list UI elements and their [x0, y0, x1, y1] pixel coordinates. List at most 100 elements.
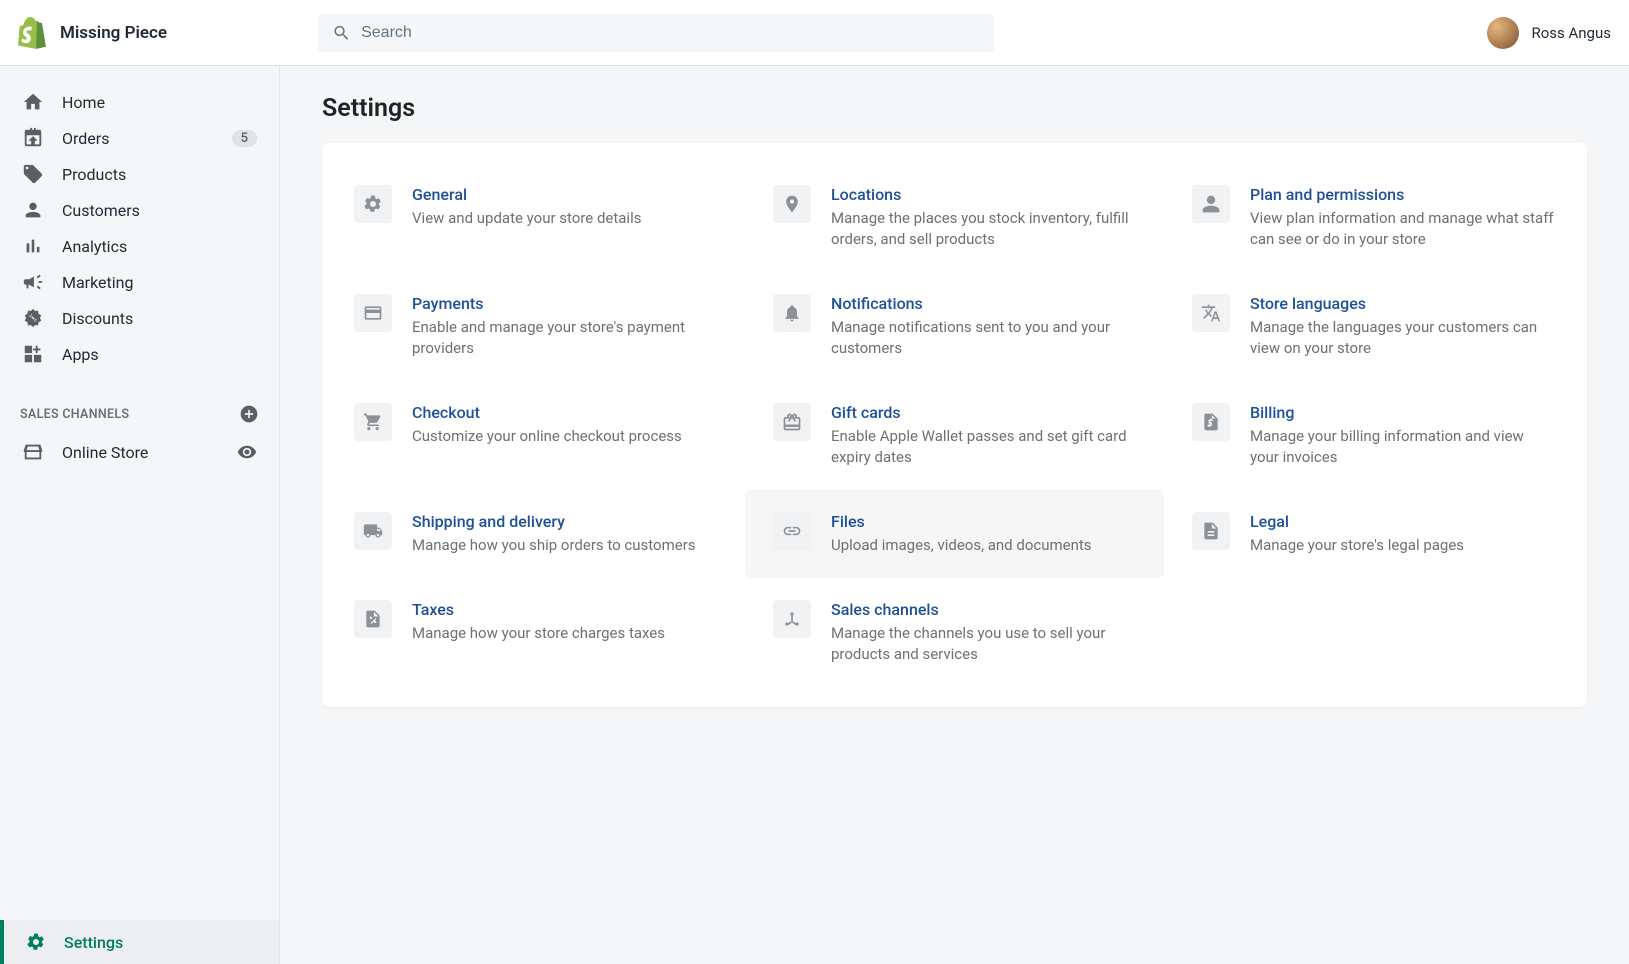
settings-item-title[interactable]: Files [831, 512, 1136, 531]
settings-item-title[interactable]: Taxes [412, 600, 717, 619]
settings-item-desc: View plan information and manage what st… [1250, 208, 1555, 250]
settings-item-legal[interactable]: Legal Manage your store's legal pages [1164, 490, 1583, 578]
settings-item-desc: Manage the channels you use to sell your… [831, 623, 1136, 665]
settings-item-desc: Manage notifications sent to you and you… [831, 317, 1136, 359]
settings-item-taxes[interactable]: Taxes Manage how your store charges taxes [326, 578, 745, 687]
settings-item-desc: Manage your store's legal pages [1250, 535, 1555, 556]
nav-label: Discounts [62, 309, 133, 328]
store-name[interactable]: Missing Piece [60, 23, 167, 43]
settings-item-title[interactable]: Plan and permissions [1250, 185, 1555, 204]
eye-icon[interactable] [237, 442, 257, 462]
customers-icon [22, 199, 44, 221]
shopify-logo-icon [18, 17, 46, 49]
settings-item-general[interactable]: General View and update your store detail… [326, 163, 745, 272]
truck-icon [354, 512, 392, 550]
settings-item-gift-cards[interactable]: Gift cards Enable Apple Wallet passes and… [745, 381, 1164, 490]
settings-item-files[interactable]: Files Upload images, videos, and document… [745, 490, 1164, 578]
channel-online-store[interactable]: Online Store [0, 434, 279, 470]
orders-icon [22, 127, 44, 149]
nav-settings[interactable]: Settings [0, 920, 279, 964]
analytics-icon [22, 235, 44, 257]
person-icon [1192, 185, 1230, 223]
cart-icon [354, 403, 392, 441]
settings-item-title[interactable]: Sales channels [831, 600, 1136, 619]
search-bar[interactable] [318, 14, 994, 52]
settings-item-title[interactable]: Shipping and delivery [412, 512, 717, 531]
settings-item-title[interactable]: Store languages [1250, 294, 1555, 313]
settings-item-sales-channels[interactable]: Sales channels Manage the channels you us… [745, 578, 1164, 687]
settings-item-plan-and-permissions[interactable]: Plan and permissions View plan informatio… [1164, 163, 1583, 272]
sidebar: Home Orders 5 Products Customers Analyti… [0, 66, 280, 964]
avatar[interactable] [1487, 17, 1519, 49]
tax-icon [354, 600, 392, 638]
add-channel-icon[interactable] [239, 404, 259, 424]
gift-icon [773, 403, 811, 441]
settings-item-store-languages[interactable]: Store languages Manage the languages your… [1164, 272, 1583, 381]
link-icon [773, 512, 811, 550]
content: Settings General View and update your sto… [280, 66, 1629, 964]
search-icon [332, 23, 351, 43]
settings-label: Settings [64, 933, 123, 952]
gear-icon [26, 932, 46, 952]
nav-label: Customers [62, 201, 140, 220]
nav-label: Home [62, 93, 105, 112]
channel-label: Online Store [62, 443, 148, 462]
settings-item-payments[interactable]: Payments Enable and manage your store's p… [326, 272, 745, 381]
receipt-icon [1192, 403, 1230, 441]
nav-label: Products [62, 165, 126, 184]
nav-home[interactable]: Home [8, 84, 271, 120]
nav-orders[interactable]: Orders 5 [8, 120, 271, 156]
settings-item-title[interactable]: Billing [1250, 403, 1555, 422]
header-right[interactable]: Ross Angus [1487, 17, 1611, 49]
marketing-icon [22, 271, 44, 293]
settings-item-title[interactable]: Locations [831, 185, 1136, 204]
channels-icon [773, 600, 811, 638]
nav-label: Orders [62, 129, 109, 148]
settings-item-desc: Manage your billing information and view… [1250, 426, 1555, 468]
settings-item-shipping-and-delivery[interactable]: Shipping and delivery Manage how you ship… [326, 490, 745, 578]
orders-badge: 5 [232, 130, 257, 147]
sales-channels-header: SALES CHANNELS [0, 380, 279, 434]
user-name: Ross Angus [1531, 24, 1611, 42]
location-icon [773, 185, 811, 223]
settings-item-desc: Manage how your store charges taxes [412, 623, 717, 644]
settings-item-notifications[interactable]: Notifications Manage notifications sent t… [745, 272, 1164, 381]
discounts-icon [22, 307, 44, 329]
settings-item-desc: Manage how you ship orders to customers [412, 535, 717, 556]
settings-item-locations[interactable]: LocationsManage the places you stock inv… [745, 163, 1164, 272]
nav-label: Marketing [62, 273, 133, 292]
page-title: Settings [322, 94, 1587, 123]
settings-item-desc: Enable Apple Wallet passes and set gift … [831, 426, 1136, 468]
settings-item-checkout[interactable]: Checkout Customize your online checkout p… [326, 381, 745, 490]
nav-apps[interactable]: Apps [8, 336, 271, 372]
settings-item-desc: Upload images, videos, and documents [831, 535, 1136, 556]
document-icon [1192, 512, 1230, 550]
bell-icon [773, 294, 811, 332]
settings-item-title[interactable]: Checkout [412, 403, 717, 422]
apps-icon [22, 343, 44, 365]
nav-discounts[interactable]: Discounts [8, 300, 271, 336]
nav-marketing[interactable]: Marketing [8, 264, 271, 300]
header: Missing Piece Ross Angus [0, 0, 1629, 66]
card-icon [354, 294, 392, 332]
nav-label: Apps [62, 345, 99, 364]
nav-products[interactable]: Products [8, 156, 271, 192]
settings-card: General View and update your store detail… [322, 143, 1587, 707]
translate-icon [1192, 294, 1230, 332]
settings-item-desc: Customize your online checkout process [412, 426, 717, 447]
settings-item-title[interactable]: Gift cards [831, 403, 1136, 422]
search-input[interactable] [361, 24, 980, 42]
settings-item-title[interactable]: Legal [1250, 512, 1555, 531]
settings-item-title[interactable]: General [412, 185, 717, 204]
settings-item-billing[interactable]: Billing Manage your billing information a… [1164, 381, 1583, 490]
settings-item-desc: View and update your store details [412, 208, 717, 229]
nav-analytics[interactable]: Analytics [8, 228, 271, 264]
settings-item-title[interactable]: Payments [412, 294, 717, 313]
gear-icon [354, 185, 392, 223]
settings-item-title[interactable]: Notifications [831, 294, 1136, 313]
nav-customers[interactable]: Customers [8, 192, 271, 228]
store-icon [22, 441, 44, 463]
products-icon [22, 163, 44, 185]
settings-item-desc: Enable and manage your store's payment p… [412, 317, 717, 359]
settings-item-desc: Manage the languages your customers can … [1250, 317, 1555, 359]
